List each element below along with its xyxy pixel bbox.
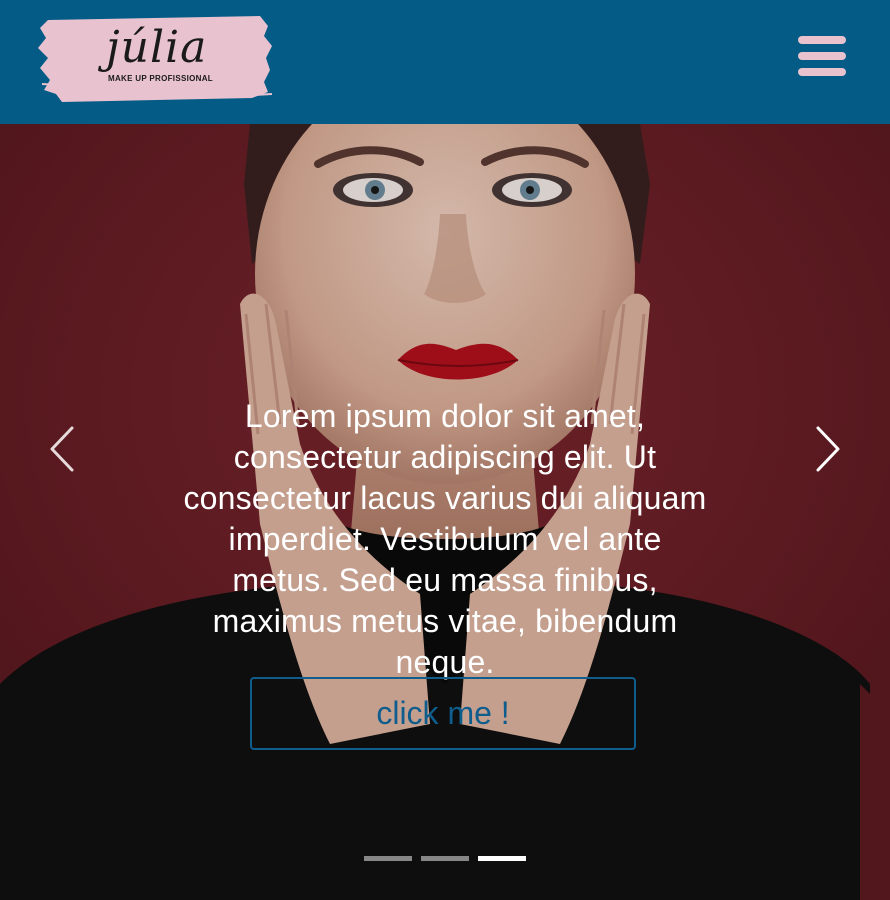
logo-tagline: MAKE UP PROFISSIONAL [108, 74, 213, 83]
chevron-left-icon[interactable] [44, 424, 84, 474]
menu-bar [798, 68, 846, 76]
chevron-right-icon[interactable] [806, 424, 846, 474]
logo[interactable]: júlia MAKE UP PROFISSIONAL [38, 12, 274, 104]
logo-wordmark: júlia [106, 22, 208, 73]
carousel-indicator-3[interactable] [478, 856, 526, 861]
page: júlia MAKE UP PROFISSIONAL Lorem ipsum d… [0, 0, 890, 900]
carousel-indicators [364, 856, 530, 862]
hero-carousel: Lorem ipsum dolor sit amet, consectetur … [0, 124, 890, 900]
hamburger-menu-icon[interactable] [798, 36, 846, 80]
menu-bar [798, 36, 846, 44]
click-me-button[interactable]: click me ! [250, 677, 636, 750]
carousel-indicator-1[interactable] [364, 856, 412, 861]
site-header: júlia MAKE UP PROFISSIONAL [0, 0, 890, 124]
menu-bar [798, 52, 846, 60]
hero-caption: Lorem ipsum dolor sit amet, consectetur … [183, 398, 707, 680]
carousel-indicator-2[interactable] [421, 856, 469, 861]
